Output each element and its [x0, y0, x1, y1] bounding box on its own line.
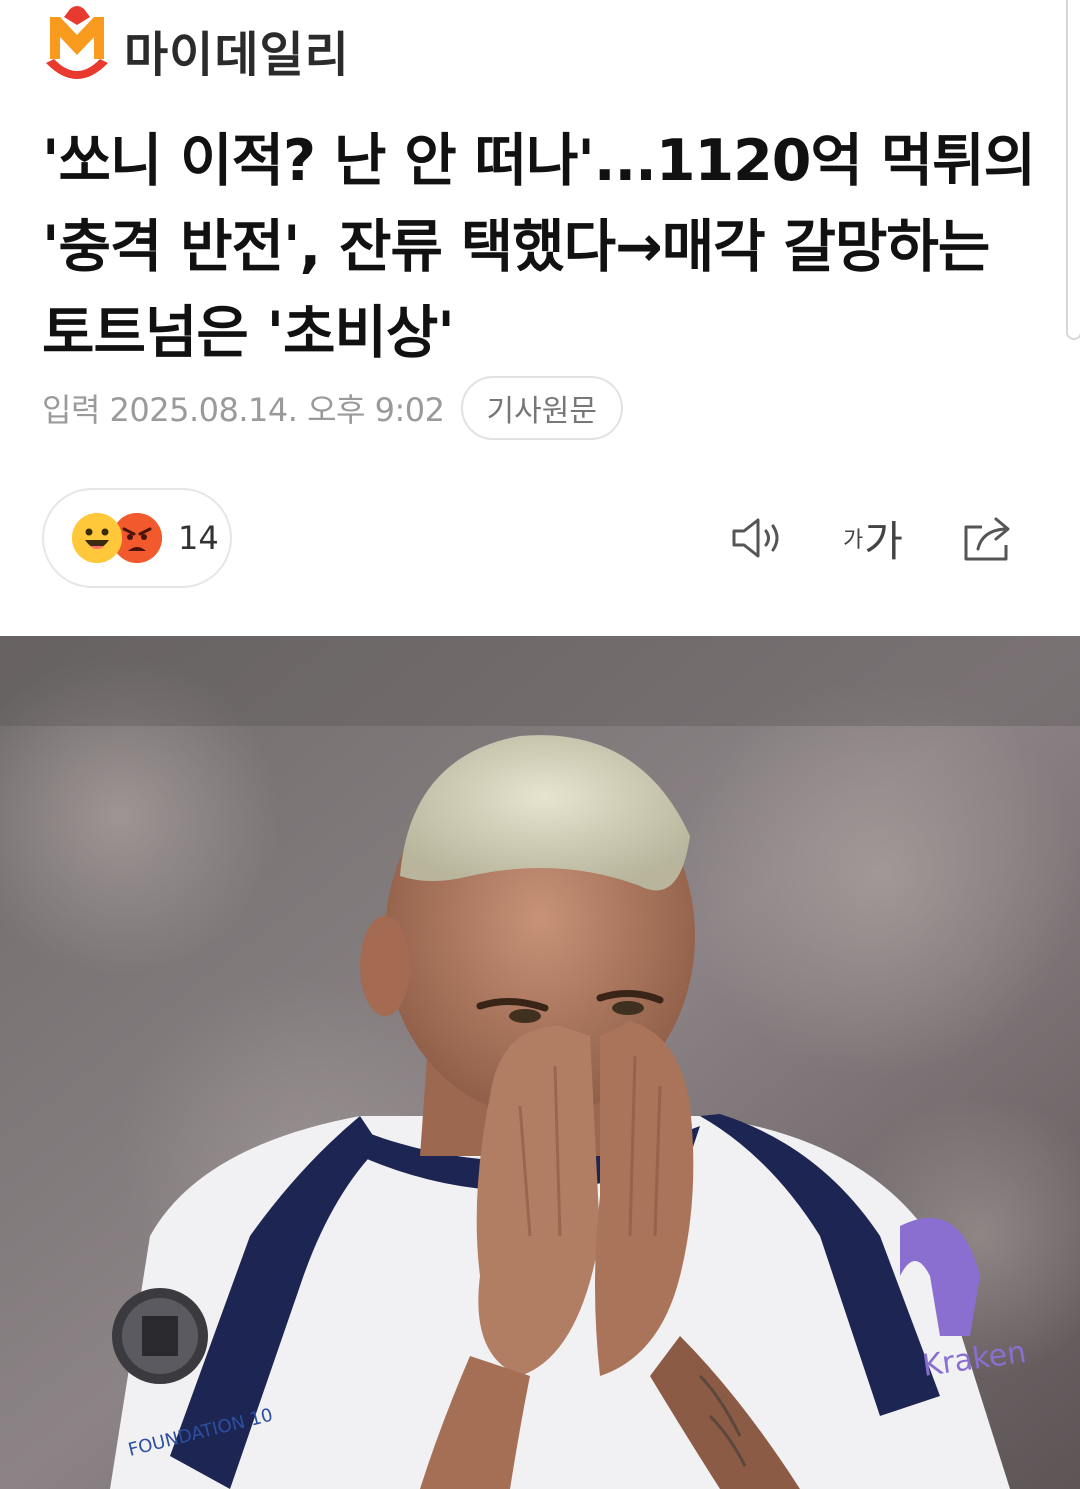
- smile-emoji-icon: [72, 513, 122, 563]
- original-article-button[interactable]: 기사원문: [460, 376, 623, 440]
- speaker-icon: [732, 518, 779, 558]
- font-size-button[interactable]: 가 가: [838, 510, 908, 566]
- share-icon: [964, 517, 1010, 561]
- mydaily-logo-icon[interactable]: [42, 3, 112, 97]
- site-header[interactable]: 마이데일리: [42, 0, 350, 100]
- headline-line-2: '충격 반전', 잔류 택했다→매각 갈망하는: [42, 214, 990, 280]
- site-name: 마이데일리: [124, 27, 350, 83]
- article-meta: 입력 2025.08.14. 오후 9:02 기사원문: [42, 376, 623, 440]
- reaction-button[interactable]: 14: [42, 488, 232, 588]
- scrollbar[interactable]: [1066, 0, 1080, 340]
- football-player-photo: FOUNDATION 10 Kraken: [0, 636, 1080, 1489]
- publish-date: 입력 2025.08.14. 오후 9:02: [42, 391, 445, 429]
- font-big-label: 가: [864, 516, 903, 566]
- article-photo[interactable]: FOUNDATION 10 Kraken: [0, 636, 1080, 1489]
- reaction-count: 14: [178, 519, 219, 557]
- headline-line-1: '쏘니 이적? 난 안 떠나'...1120억 먹튀의: [42, 128, 1036, 194]
- headline-line-3: 토트넘은 '초비상': [42, 300, 455, 366]
- article-headline: '쏘니 이적? 난 안 떠나'...1120억 먹튀의 '충격 반전', 잔류 …: [42, 118, 1036, 376]
- font-small-label: 가: [843, 528, 864, 553]
- audio-button[interactable]: [728, 510, 788, 566]
- share-button[interactable]: [958, 510, 1018, 566]
- article-page: 마이데일리 '쏘니 이적? 난 안 떠나'...1120억 먹튀의 '충격 반전…: [0, 0, 1080, 1489]
